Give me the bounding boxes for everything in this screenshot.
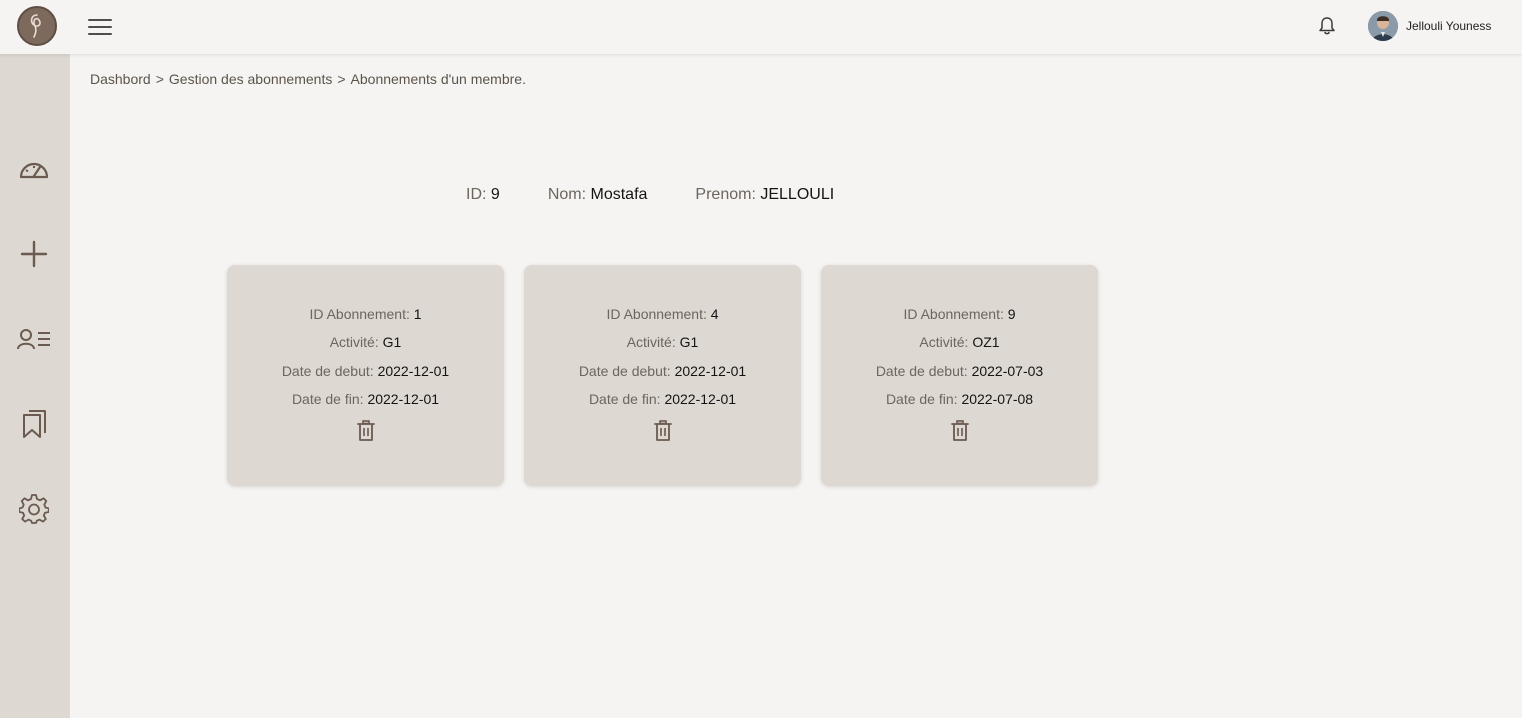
activite-label: Activité: [329,334,379,350]
breadcrumb-gestion-abonnements[interactable]: Gestion des abonnements [169,71,332,87]
member-nom-value: Mostafa [590,186,648,203]
member-prenom: Prenom: JELLOULI [695,186,834,206]
date-fin-value: 2022-12-01 [367,391,440,407]
date-debut-value: 2022-12-01 [674,363,747,379]
activite-value: G1 [679,334,699,350]
id-abonnement-label: ID Abonnement: [309,306,410,322]
card-date-debut: Date de debut: 2022-07-03 [821,362,1098,380]
id-abonnement-label: ID Abonnement: [606,306,707,322]
plus-icon[interactable] [14,234,54,274]
avatar [1368,11,1398,41]
logo-icon[interactable] [17,6,57,46]
card-date-debut: Date de debut: 2022-12-01 [524,362,801,380]
card-activite: Activité: OZ1 [821,333,1098,351]
subscription-card: ID Abonnement: 9 Activité: OZ1 Date de d… [821,265,1098,486]
card-id-abonnement: ID Abonnement: 1 [227,305,504,323]
bookmarks-icon[interactable] [14,404,54,444]
breadcrumb: Dashbord > Gestion des abonnements > Abo… [90,71,526,87]
trash-icon[interactable] [651,419,675,443]
sidebar [0,54,70,718]
breadcrumb-dashboard[interactable]: Dashbord [90,71,151,87]
date-fin-value: 2022-12-01 [664,391,737,407]
subscription-card: ID Abonnement: 4 Activité: G1 Date de de… [524,265,801,486]
card-date-fin: Date de fin: 2022-12-01 [227,390,504,408]
member-info: ID: 9 Nom: Mostafa Prenom: JELLOULI [466,186,834,206]
activite-value: OZ1 [972,334,1000,350]
date-fin-label: Date de fin: [885,391,958,407]
member-nom-label: Nom: [547,186,587,203]
top-bar: Jellouli Youness [0,0,1522,54]
id-abonnement-label: ID Abonnement: [903,306,1004,322]
gear-icon[interactable] [14,489,54,529]
card-date-debut: Date de debut: 2022-12-01 [227,362,504,380]
date-debut-label: Date de debut: [578,363,671,379]
dashboard-gauge-icon[interactable] [14,149,54,189]
member-nom: Nom: Mostafa [548,186,648,206]
hamburger-menu-icon[interactable] [86,13,114,41]
id-abonnement-value: 1 [413,306,422,322]
date-fin-label: Date de fin: [588,391,661,407]
member-id: ID: 9 [466,186,500,206]
breadcrumb-separator: > [155,71,164,87]
date-debut-value: 2022-07-03 [971,363,1044,379]
date-fin-value: 2022-07-08 [961,391,1034,407]
date-fin-label: Date de fin: [291,391,364,407]
member-prenom-value: JELLOULI [760,186,835,203]
members-list-icon[interactable] [14,319,54,359]
activite-label: Activité: [626,334,676,350]
member-id-value: 9 [490,186,500,203]
date-debut-label: Date de debut: [281,363,374,379]
activite-label: Activité: [919,334,969,350]
card-activite: Activité: G1 [227,333,504,351]
card-id-abonnement: ID Abonnement: 4 [524,305,801,323]
id-abonnement-value: 9 [1007,306,1016,322]
card-activite: Activité: G1 [524,333,801,351]
date-debut-value: 2022-12-01 [377,363,450,379]
date-debut-label: Date de debut: [875,363,968,379]
trash-icon[interactable] [354,419,378,443]
user-menu[interactable]: Jellouli Youness [1368,10,1491,42]
id-abonnement-value: 4 [710,306,719,322]
trash-icon[interactable] [948,419,972,443]
bell-icon[interactable] [1315,14,1339,38]
breadcrumb-current: Abonnements d'un membre. [350,71,526,87]
user-name: Jellouli Youness [1406,19,1492,33]
card-date-fin: Date de fin: 2022-07-08 [821,390,1098,408]
card-id-abonnement: ID Abonnement: 9 [821,305,1098,323]
card-date-fin: Date de fin: 2022-12-01 [524,390,801,408]
activite-value: G1 [382,334,402,350]
member-prenom-label: Prenom: [695,186,756,203]
breadcrumb-separator: > [337,71,346,87]
member-id-label: ID: [466,186,487,203]
subscription-card: ID Abonnement: 1 Activité: G1 Date de de… [227,265,504,486]
